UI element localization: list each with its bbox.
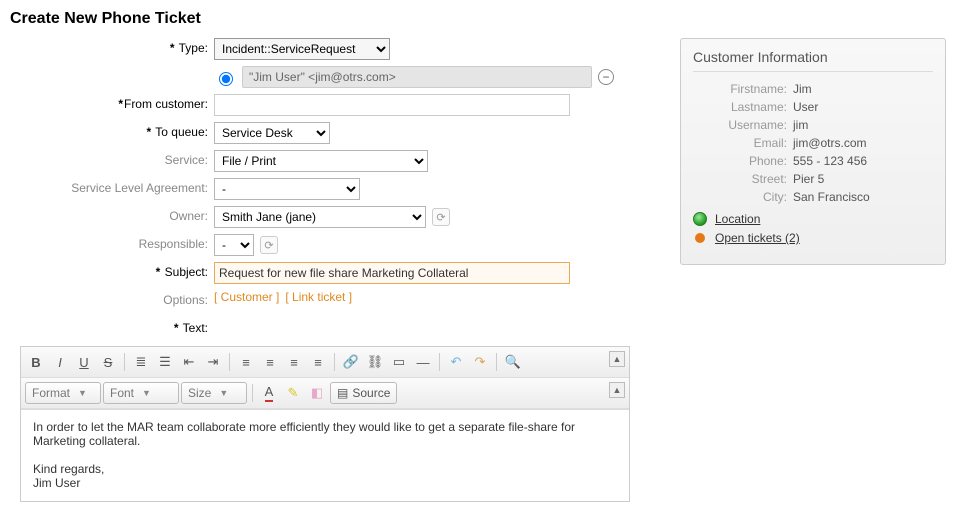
outdent-button[interactable]: ⇤ (178, 351, 200, 373)
editor-toolbar-1: B I U S ≣ ☰ ⇤ ⇥ ≡ ≡ ≡ ≡ 🔗 ⛓ ▭ — ↶ (21, 347, 629, 378)
body-line: Jim User (33, 476, 617, 490)
info-email-v: jim@otrs.com (793, 136, 933, 150)
customer-info-panel: Customer Information Firstname:Jim Lastn… (680, 38, 946, 265)
undo-button[interactable]: ↶ (445, 351, 467, 373)
open-tickets-icon (695, 233, 705, 243)
unlink-button[interactable]: ⛓ (364, 351, 386, 373)
label-type: * Type: (10, 38, 214, 55)
service-select[interactable]: File / Print (214, 150, 428, 172)
info-phone-k: Phone: (693, 154, 793, 168)
queue-select[interactable]: Service Desk (214, 122, 330, 144)
info-phone-v: 555 - 123 456 (793, 154, 933, 168)
text-color-button[interactable]: A (258, 382, 280, 404)
owner-select[interactable]: Smith Jane (jane) (214, 206, 426, 228)
info-street-k: Street: (693, 172, 793, 186)
label-owner: Owner: (10, 206, 214, 223)
subject-input[interactable] (214, 262, 570, 284)
info-lastname-v: User (793, 100, 933, 114)
label-options: Options: (10, 290, 214, 307)
italic-button[interactable]: I (49, 351, 71, 373)
label-from-customer: *From customer: (10, 94, 214, 111)
underline-button[interactable]: U (73, 351, 95, 373)
info-firstname-v: Jim (793, 82, 933, 96)
location-link[interactable]: Location (715, 212, 760, 226)
eraser-button[interactable]: ◧ (306, 382, 328, 404)
info-city-v: San Francisco (793, 190, 933, 204)
editor-body[interactable]: In order to let the MAR team collaborate… (21, 409, 629, 501)
sla-select[interactable]: - (214, 178, 360, 200)
ticket-form: * Type: Incident::ServiceRequest "Jim Us… (10, 38, 650, 502)
label-service: Service: (10, 150, 214, 167)
remove-customer-button[interactable]: − (598, 69, 614, 85)
font-select[interactable]: Font▼ (103, 382, 179, 404)
source-button[interactable]: ▤Source (330, 382, 397, 404)
info-username-k: Username: (693, 118, 793, 132)
redo-button[interactable]: ↷ (469, 351, 491, 373)
customer-info-title: Customer Information (693, 49, 933, 72)
align-right-button[interactable]: ≡ (283, 351, 305, 373)
from-customer-input[interactable] (214, 94, 570, 116)
label-sla: Service Level Agreement: (10, 178, 214, 195)
options-link-ticket-link[interactable]: [ Link ticket ] (285, 290, 352, 304)
ordered-list-button[interactable]: ≣ (130, 351, 152, 373)
info-street-v: Pier 5 (793, 172, 933, 186)
find-button[interactable]: 🔍 (502, 351, 524, 373)
type-select[interactable]: Incident::ServiceRequest (214, 38, 390, 60)
options-customer-link[interactable]: [ Customer ] (214, 290, 279, 304)
toolbar2-collapse-button[interactable]: ▲ (609, 382, 625, 398)
open-tickets-link[interactable]: Open tickets (2) (715, 231, 800, 245)
link-button[interactable]: 🔗 (340, 351, 362, 373)
strike-button[interactable]: S (97, 351, 119, 373)
info-firstname-k: Firstname: (693, 82, 793, 96)
info-username-v: jim (793, 118, 933, 132)
info-lastname-k: Lastname: (693, 100, 793, 114)
customer-chip: "Jim User" <jim@otrs.com> (242, 66, 592, 88)
bold-button[interactable]: B (25, 351, 47, 373)
indent-button[interactable]: ⇥ (202, 351, 224, 373)
page-title: Create New Phone Ticket (10, 10, 968, 28)
label-text: * Text: (10, 318, 214, 335)
globe-icon (693, 212, 707, 226)
refresh-owner-icon[interactable]: ⟳ (432, 208, 450, 226)
format-select[interactable]: Format▼ (25, 382, 101, 404)
align-center-button[interactable]: ≡ (259, 351, 281, 373)
body-line: In order to let the MAR team collaborate… (33, 420, 617, 448)
label-responsible: Responsible: (10, 234, 214, 251)
unordered-list-button[interactable]: ☰ (154, 351, 176, 373)
source-icon: ▤ (337, 386, 348, 400)
hr-button[interactable]: — (412, 351, 434, 373)
image-button[interactable]: ▭ (388, 351, 410, 373)
customer-radio[interactable] (219, 72, 233, 86)
label-to-queue: * To queue: (10, 122, 214, 139)
info-email-k: Email: (693, 136, 793, 150)
info-city-k: City: (693, 190, 793, 204)
responsible-select[interactable]: - (214, 234, 254, 256)
align-left-button[interactable]: ≡ (235, 351, 257, 373)
label-subject: * Subject: (10, 262, 214, 279)
toolbar-collapse-button[interactable]: ▲ (609, 351, 625, 367)
highlight-button[interactable]: ✎ (282, 382, 304, 404)
editor-toolbar-2: Format▼ Font▼ Size▼ A ✎ ◧ ▤Source ▲ (21, 378, 629, 409)
body-line: Kind regards, (33, 462, 617, 476)
size-select[interactable]: Size▼ (181, 382, 247, 404)
rich-text-editor: B I U S ≣ ☰ ⇤ ⇥ ≡ ≡ ≡ ≡ 🔗 ⛓ ▭ — ↶ (20, 346, 630, 502)
align-justify-button[interactable]: ≡ (307, 351, 329, 373)
refresh-responsible-icon[interactable]: ⟳ (260, 236, 278, 254)
